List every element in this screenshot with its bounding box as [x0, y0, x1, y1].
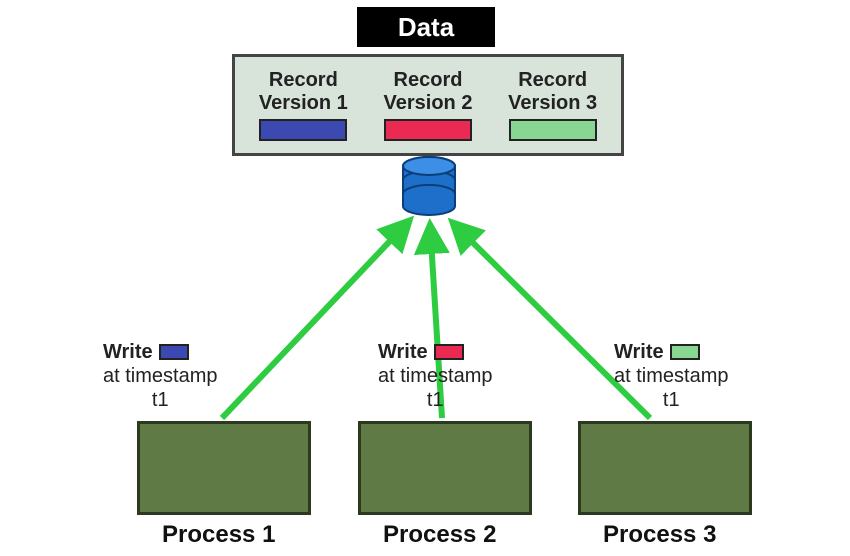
process-label-1: Process 1 — [162, 521, 275, 549]
write-label-2: Write at timestamp t1 — [378, 340, 492, 412]
record-label: Record Version 2 — [384, 69, 473, 115]
record-text-line2: Version 3 — [508, 92, 597, 114]
record-swatch — [509, 119, 597, 141]
record-text-line1: Record — [269, 69, 338, 91]
process-box-3 — [578, 421, 752, 515]
write-timestamp-line2: t1 — [378, 388, 492, 412]
record-text-line2: Version 1 — [259, 92, 348, 114]
database-icon — [400, 156, 458, 216]
write-timestamp-line1: at timestamp — [378, 364, 492, 388]
record-swatch — [259, 119, 347, 141]
write-timestamp-line2: t1 — [103, 388, 217, 412]
write-timestamp-line2: t1 — [614, 388, 728, 412]
write-text: Write — [378, 340, 428, 364]
record-swatch — [384, 119, 472, 141]
write-label-3: Write at timestamp t1 — [614, 340, 728, 412]
write-label-1: Write at timestamp t1 — [103, 340, 217, 412]
process-label-2: Process 2 — [383, 521, 496, 549]
write-text: Write — [103, 340, 153, 364]
record-text-line2: Version 2 — [384, 92, 473, 114]
record-label: Record Version 1 — [259, 69, 348, 115]
diagram-title: Data — [357, 7, 495, 47]
record-version-1: Record Version 1 — [243, 69, 363, 141]
record-text-line1: Record — [518, 69, 587, 91]
process-box-2 — [358, 421, 532, 515]
write-swatch — [670, 344, 700, 360]
record-version-2: Record Version 2 — [368, 69, 488, 141]
process-box-1 — [137, 421, 311, 515]
record-version-3: Record Version 3 — [493, 69, 613, 141]
write-timestamp-line1: at timestamp — [614, 364, 728, 388]
record-text-line1: Record — [394, 69, 463, 91]
write-swatch — [434, 344, 464, 360]
write-timestamp-line1: at timestamp — [103, 364, 217, 388]
write-text: Write — [614, 340, 664, 364]
records-container: Record Version 1 Record Version 2 Record… — [232, 54, 624, 156]
record-label: Record Version 3 — [508, 69, 597, 115]
process-label-3: Process 3 — [603, 521, 716, 549]
write-swatch — [159, 344, 189, 360]
